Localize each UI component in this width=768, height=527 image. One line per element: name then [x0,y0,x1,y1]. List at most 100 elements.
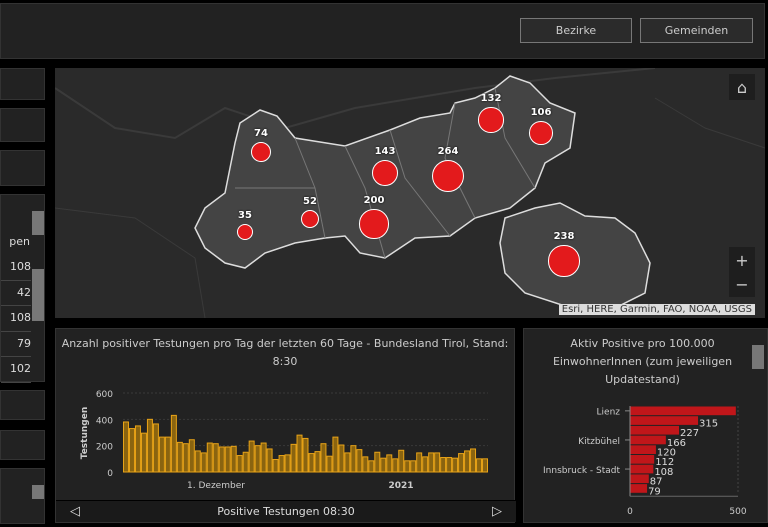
bubble-label: 35 [238,209,252,221]
bar [630,455,655,464]
left-panel-1[interactable] [0,68,45,100]
x-tick-label: 2021 [388,481,413,491]
gemeinden-button[interactable]: Gemeinden [640,18,753,43]
bar [386,454,393,473]
bar [242,451,249,473]
bar [206,442,213,473]
bubble[interactable] [548,245,580,277]
list-header: pen [9,235,30,248]
bar [422,456,429,473]
map-attribution: Esri, HERE, Garmin, FAO, NOAA, USGS [558,304,755,315]
bar [398,449,405,473]
bubble-label: 238 [553,231,575,243]
y-axis-label: Testungen [80,407,90,459]
bar [284,454,291,473]
bar [224,446,231,473]
bar [416,452,423,473]
bar [344,452,351,473]
bar [146,418,153,473]
bar [164,436,171,473]
bar [152,423,159,473]
scrollbar[interactable] [32,269,44,321]
bar [200,452,207,473]
map-basemap [55,68,765,318]
list-item: 79 [1,332,31,357]
bezirke-button[interactable]: Bezirke [520,18,632,43]
bar [338,444,345,473]
data-label: 315 [699,418,718,429]
bar [452,457,459,473]
bar [332,436,339,473]
bar [123,421,129,473]
map-view[interactable]: 74 143 264 132 106 52 200 35 238 ⌂ + − Esri, HER… [55,68,765,318]
bubble-label: 52 [303,195,317,207]
daily-tests-chart-panel: Anzahl positiver Testungen pro Tag der l… [55,328,516,523]
bar [266,448,273,473]
chart-footer: ◁ Positive Testungen 08:30 ▷ [56,500,516,522]
list-item: 102 [1,357,31,383]
bubble-label: 132 [480,93,502,105]
x-tick-label: 0 [627,507,633,517]
bubble[interactable] [478,107,504,133]
bubble[interactable] [372,160,398,186]
bubble[interactable] [359,209,389,239]
bar [308,453,315,473]
zoom-out-button[interactable]: − [729,271,755,297]
bar [630,416,699,425]
bar [482,458,488,473]
bubble-label: 143 [374,146,396,158]
bubble-label: 264 [437,145,459,157]
bar [128,428,135,473]
home-button[interactable]: ⌂ [729,74,755,100]
data-label: 79 [648,486,661,497]
bar [630,464,654,474]
zoom-in-button[interactable]: + [729,247,755,273]
bar [260,442,267,473]
bubble-label: 74 [254,127,268,139]
bubble[interactable] [431,159,465,193]
bar [218,446,225,473]
left-panel-2[interactable] [0,108,45,142]
scrollbar[interactable] [32,485,44,499]
y-tick-label: 200 [96,443,113,453]
bar [182,443,189,473]
bar [212,443,219,473]
bar [630,435,666,445]
left-list: pen 108 42 108 79 102 [0,194,45,383]
bar [290,443,297,473]
footer-label: Positive Testungen 08:30 [217,505,355,518]
bar [134,425,141,473]
bubble-label: 106 [530,107,552,119]
bar [380,457,387,473]
bar [188,439,195,473]
bar [434,452,441,473]
bar [302,437,309,473]
bar [170,414,177,473]
bar [464,450,471,473]
bar [296,434,303,473]
left-panel-4[interactable] [0,390,45,420]
bar [392,458,399,473]
x-tick-label: 500 [729,507,746,517]
scrollbar[interactable] [32,211,44,235]
bar [428,452,435,473]
bar [278,455,285,473]
bar [236,455,243,473]
bar [272,458,279,473]
bar [410,460,417,473]
daily-tests-chart: 0 200 400 600 Testungen 1. Dezember 2021 [80,390,488,491]
bar [630,406,736,416]
y-tick-label: 600 [96,390,113,400]
bar [470,448,477,473]
bar [140,432,147,473]
next-button[interactable]: ▷ [492,504,502,519]
list-item: 108 [1,255,31,281]
left-panel-6[interactable] [0,468,45,524]
bubble[interactable] [529,121,553,145]
left-panel-3[interactable] [0,150,45,186]
bar [176,441,183,473]
list-values: 108 42 108 79 102 [1,255,31,383]
bar [630,445,656,454]
left-panel-5[interactable] [0,430,45,460]
incidence-chart: Lienz315227166Kitzbühel120112108Innsbruc… [543,406,747,517]
